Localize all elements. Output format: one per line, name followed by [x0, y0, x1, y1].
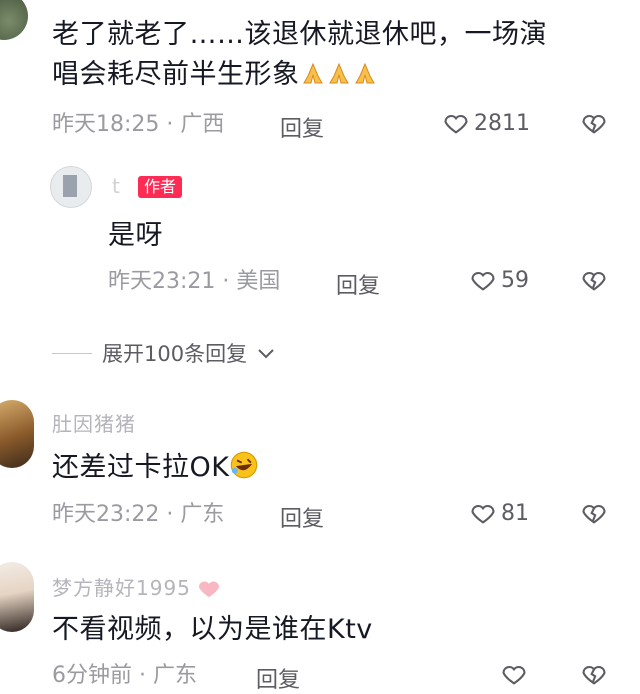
- avatar[interactable]: [0, 562, 34, 632]
- comment-text: 老了就老了……该退休就退休吧，一场演: [52, 19, 547, 50]
- divider: [52, 352, 92, 354]
- reply-button[interactable]: 回复: [280, 501, 324, 533]
- heart-icon: [442, 109, 470, 137]
- comment-text: 是呀: [108, 220, 163, 251]
- dislike-button[interactable]: [580, 266, 608, 294]
- folded-hands-icon: [300, 59, 326, 90]
- comment-meta: 昨天23:21 · 美国: [108, 269, 281, 294]
- author-name[interactable]: 梦方静好1995: [52, 572, 220, 601]
- avatar[interactable]: [0, 0, 28, 40]
- broken-heart-icon: [580, 109, 608, 137]
- chevron-down-icon: [257, 341, 275, 365]
- like-button[interactable]: 81: [469, 499, 529, 527]
- like-count: 81: [501, 500, 529, 526]
- comment-meta: 昨天23:22 · 广东: [52, 502, 225, 527]
- broken-heart-icon: [580, 660, 608, 688]
- reply-button[interactable]: 回复: [256, 662, 300, 694]
- dislike-button[interactable]: [580, 109, 608, 137]
- dislike-button[interactable]: [580, 660, 608, 688]
- avatar[interactable]: [0, 400, 34, 468]
- like-button[interactable]: 59: [469, 266, 529, 294]
- comment-meta: 6分钟前 · 广东: [52, 663, 198, 688]
- heart-icon: [500, 660, 528, 688]
- author-name[interactable]: t: [112, 174, 121, 198]
- rolling-laughing-emoji-icon: [229, 451, 259, 483]
- comment-text: 不看视频，以为是谁在Ktv: [52, 614, 373, 645]
- broken-heart-icon: [580, 266, 608, 294]
- pink-heart-icon: [198, 576, 220, 600]
- comment-meta: 昨天18:25 · 广西: [52, 112, 225, 137]
- like-button[interactable]: [500, 660, 532, 688]
- comment-text: 唱会耗尽前半生形象: [52, 58, 378, 92]
- like-count: 59: [501, 267, 529, 293]
- expand-replies-button[interactable]: 展开100条回复: [52, 338, 275, 368]
- author-name[interactable]: 肚因猪猪: [52, 408, 136, 437]
- reply-button[interactable]: 回复: [336, 268, 380, 300]
- avatar[interactable]: [50, 166, 92, 208]
- author-badge: 作者: [138, 176, 183, 198]
- folded-hands-icon: [352, 59, 378, 90]
- heart-icon: [469, 499, 497, 527]
- broken-heart-icon: [580, 499, 608, 527]
- expand-replies-label: 展开100条回复: [102, 342, 248, 366]
- reply-button[interactable]: 回复: [280, 111, 324, 143]
- like-button[interactable]: 2811: [442, 109, 530, 137]
- heart-icon: [469, 266, 497, 294]
- like-count: 2811: [474, 110, 530, 136]
- folded-hands-icon: [326, 59, 352, 90]
- comment-text: 还差过卡拉OK: [52, 450, 259, 485]
- dislike-button[interactable]: [580, 499, 608, 527]
